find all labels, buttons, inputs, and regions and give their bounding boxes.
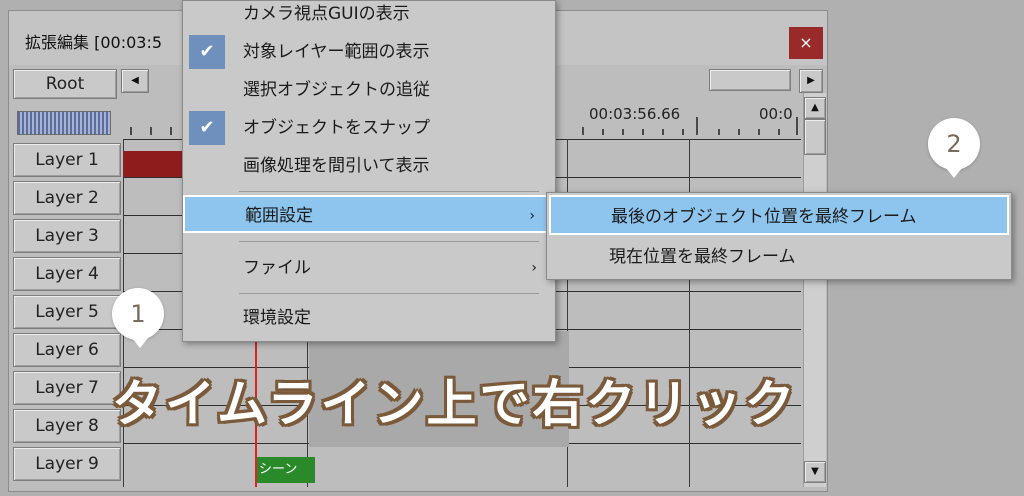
menu-item-layer-range[interactable]: ✔ 対象レイヤー範囲の表示 bbox=[183, 33, 555, 71]
menu-separator bbox=[239, 241, 539, 242]
step-badge-2: 2 bbox=[928, 118, 980, 170]
layer-track[interactable] bbox=[123, 443, 801, 482]
root-button[interactable]: Root bbox=[13, 69, 117, 99]
menu-item-snap[interactable]: ✔ オブジェクトをスナップ bbox=[183, 109, 555, 147]
layer-button[interactable]: Layer 2 bbox=[13, 181, 121, 215]
menu-item-camera-gui[interactable]: カメラ視点GUIの表示 bbox=[183, 0, 555, 33]
badge-pointer bbox=[946, 168, 962, 178]
layer-button[interactable]: Layer 3 bbox=[13, 219, 121, 253]
menu-item-label: 最後のオブジェクト位置を最終フレーム bbox=[611, 207, 917, 227]
scroll-up-button[interactable]: ▲ bbox=[804, 97, 826, 119]
vertical-scrollbar[interactable]: ▲ ▼ bbox=[803, 93, 826, 487]
chevron-right-icon: › bbox=[529, 208, 535, 224]
menu-separator bbox=[239, 293, 539, 294]
menu-item-label: ファイル bbox=[243, 258, 311, 278]
menu-item-label: 現在位置を最終フレーム bbox=[609, 247, 796, 267]
menu-item-thin-display[interactable]: 画像処理を間引いて表示 bbox=[183, 147, 555, 185]
menu-item-label: カメラ視点GUIの表示 bbox=[243, 4, 410, 24]
zoom-level-meter[interactable] bbox=[17, 111, 111, 135]
layer-button[interactable]: Layer 1 bbox=[13, 143, 121, 177]
menu-item-label: 範囲設定 bbox=[245, 206, 313, 226]
triangle-down-icon: ▼ bbox=[811, 466, 819, 477]
scroll-right-button[interactable]: ▶ bbox=[799, 69, 823, 93]
vertical-scroll-thumb[interactable] bbox=[804, 119, 826, 155]
scroll-down-button[interactable]: ▼ bbox=[804, 461, 826, 483]
window-title: 拡張編集 [00:03:5 bbox=[25, 33, 163, 52]
layer-button[interactable]: Layer 7 bbox=[13, 371, 121, 405]
badge-pointer bbox=[132, 338, 148, 348]
layer-button[interactable]: Layer 6 bbox=[13, 333, 121, 367]
menu-item-file[interactable]: ファイル › bbox=[183, 249, 555, 287]
scene-object[interactable]: シーン bbox=[255, 457, 315, 483]
menu-item-label: 選択オブジェクトの追従 bbox=[243, 80, 430, 100]
range-settings-submenu: 最後のオブジェクト位置を最終フレーム 現在位置を最終フレーム bbox=[546, 192, 1012, 280]
timeline-object[interactable] bbox=[123, 151, 187, 177]
menu-item-follow-selection[interactable]: 選択オブジェクトの追従 bbox=[183, 71, 555, 109]
check-icon: ✔ bbox=[189, 111, 225, 145]
instruction-caption: タイムライン上で右クリック bbox=[112, 375, 798, 433]
check-icon: ✔ bbox=[189, 35, 225, 69]
triangle-up-icon: ▲ bbox=[811, 102, 819, 113]
menu-item-preferences[interactable]: 環境設定 bbox=[183, 299, 555, 337]
close-icon: × bbox=[799, 33, 813, 52]
menu-separator bbox=[239, 191, 539, 192]
context-menu: カメラ視点GUIの表示 ✔ 対象レイヤー範囲の表示 選択オブジェクトの追従 ✔ … bbox=[182, 0, 556, 342]
menu-item-label: 環境設定 bbox=[243, 308, 311, 328]
scroll-left-button[interactable]: ◀ bbox=[121, 69, 149, 93]
menu-item-label: オブジェクトをスナップ bbox=[243, 118, 430, 138]
close-button[interactable]: × bbox=[789, 27, 823, 59]
menu-item-current-as-end[interactable]: 現在位置を最終フレーム bbox=[549, 237, 1009, 277]
layer-button[interactable]: Layer 4 bbox=[13, 257, 121, 291]
triangle-left-icon: ◀ bbox=[131, 75, 139, 86]
menu-item-label: 対象レイヤー範囲の表示 bbox=[243, 42, 430, 62]
horizontal-scroll-thumb[interactable] bbox=[709, 69, 791, 91]
step-badge-1: 1 bbox=[112, 288, 164, 340]
menu-item-label: 画像処理を間引いて表示 bbox=[243, 156, 430, 176]
layer-button[interactable]: Layer 5 bbox=[13, 295, 121, 329]
menu-item-last-object-as-end[interactable]: 最後のオブジェクト位置を最終フレーム bbox=[549, 195, 1009, 235]
layer-button[interactable]: Layer 9 bbox=[13, 447, 121, 481]
layer-button[interactable]: Layer 8 bbox=[13, 409, 121, 443]
triangle-right-icon: ▶ bbox=[807, 75, 815, 86]
menu-item-range-settings[interactable]: 範囲設定 › bbox=[183, 195, 555, 233]
chevron-right-icon: › bbox=[531, 260, 537, 276]
